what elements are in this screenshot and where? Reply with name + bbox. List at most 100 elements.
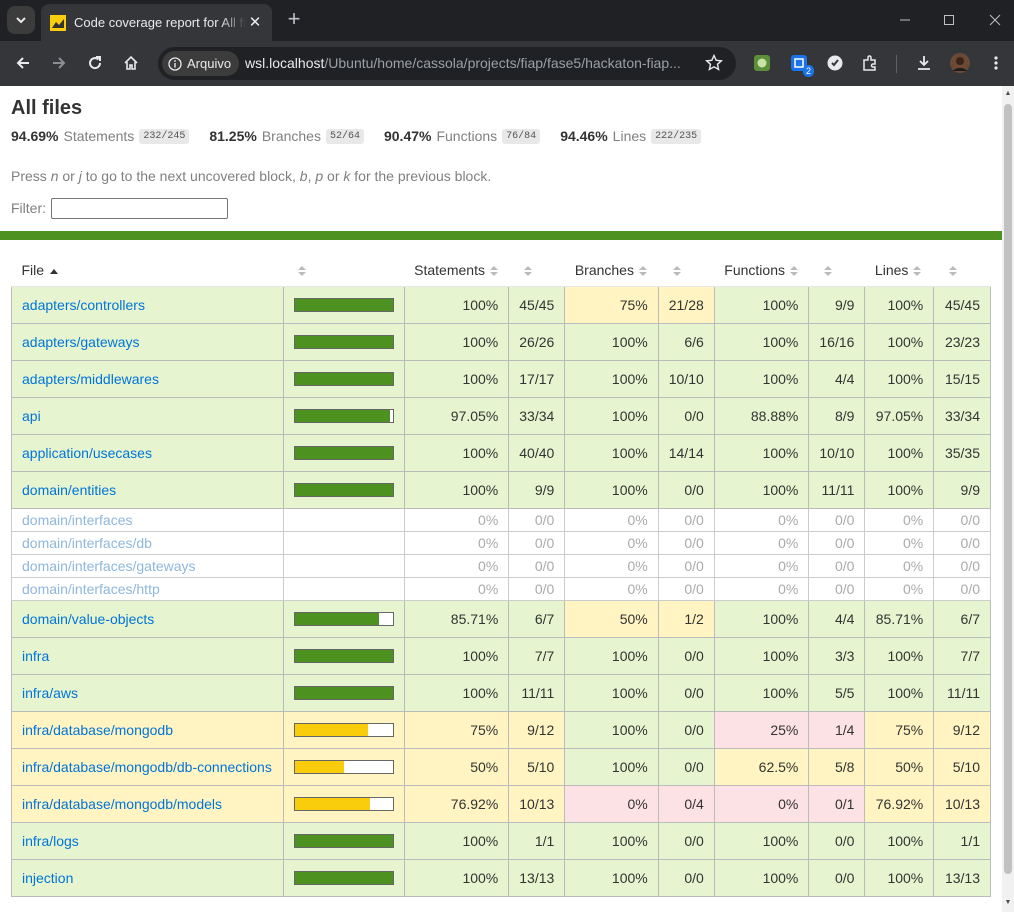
minimize-icon[interactable] xyxy=(893,8,917,32)
avatar[interactable] xyxy=(949,52,971,74)
file-cell: domain/interfaces/http xyxy=(11,576,284,601)
statements-pct: 100% xyxy=(403,433,510,472)
url-text[interactable]: wsl.localhost/Ubuntu/home/cassola/projec… xyxy=(245,47,690,80)
tab-search-button[interactable] xyxy=(7,6,35,34)
filter-input[interactable] xyxy=(51,197,228,219)
summary-item: 94.69% Statements 232/245 xyxy=(11,128,190,144)
star-icon[interactable] xyxy=(704,53,724,73)
file-link[interactable]: adapters/controllers xyxy=(22,297,145,313)
lines-abs: 23/23 xyxy=(933,322,991,361)
functions-pct: 100% xyxy=(713,599,810,638)
tab-strip: Code coverage report for All files ✕ + xyxy=(0,0,1014,41)
plus-icon[interactable]: + xyxy=(283,8,305,31)
menu-icon[interactable] xyxy=(985,52,1007,74)
window-close-icon[interactable] xyxy=(983,8,1007,32)
branches-abs: 0/0 xyxy=(657,507,715,532)
file-link[interactable]: infra/database/mongodb/db-connections xyxy=(22,759,272,775)
statements-abs-column-header[interactable] xyxy=(508,254,565,287)
file-link[interactable]: api xyxy=(22,408,41,424)
lines-pct: 0% xyxy=(864,530,935,555)
extension-green-icon[interactable] xyxy=(751,52,773,74)
statements-abs: 0/0 xyxy=(508,553,566,578)
file-cell: injection xyxy=(11,858,284,897)
branches-pct: 100% xyxy=(564,673,659,712)
lines-abs: 0/0 xyxy=(933,576,991,601)
extension-shield-icon[interactable] xyxy=(824,52,846,74)
lines-abs-column-header[interactable] xyxy=(933,254,991,287)
file-column-header[interactable]: File xyxy=(11,254,284,287)
table-row: infra/database/mongodb/models 76.92% 10/13… xyxy=(11,784,991,823)
scroll-down-icon[interactable]: ▼ xyxy=(1004,898,1012,908)
file-link[interactable]: domain/interfaces/db xyxy=(22,535,152,551)
lines-pct: 100% xyxy=(864,470,935,509)
coverage-bar-cell xyxy=(282,710,405,749)
functions-abs: 0/0 xyxy=(808,507,866,532)
back-icon[interactable] xyxy=(10,50,36,76)
address-bar[interactable]: Arquivo wsl.localhost/Ubuntu/home/cassol… xyxy=(158,47,736,80)
close-icon[interactable]: ✕ xyxy=(246,14,264,32)
home-icon[interactable] xyxy=(118,50,144,76)
statements-abs: 7/7 xyxy=(508,636,566,675)
coverage-bar xyxy=(293,833,394,848)
scrollbar-thumb[interactable] xyxy=(1004,104,1012,874)
maximize-icon[interactable] xyxy=(937,8,961,32)
download-icon[interactable] xyxy=(913,52,935,74)
file-link[interactable]: infra/database/mongodb/models xyxy=(22,796,222,812)
file-cell: infra/database/mongodb/models xyxy=(11,784,284,823)
extensions-icon[interactable] xyxy=(859,52,881,74)
file-link[interactable]: adapters/gateways xyxy=(22,334,140,350)
functions-pct: 100% xyxy=(713,858,810,897)
lines-pct: 100% xyxy=(864,636,935,675)
file-link[interactable]: infra/logs xyxy=(22,833,79,849)
coverage-bar-cell xyxy=(282,530,405,555)
functions-abs-column-header[interactable] xyxy=(808,254,865,287)
functions-abs: 4/4 xyxy=(808,359,866,398)
file-link[interactable]: domain/value-objects xyxy=(22,611,154,627)
statements-column-header[interactable]: Statements xyxy=(404,254,509,287)
file-link[interactable]: infra/aws xyxy=(22,685,78,701)
site-info-chip[interactable]: Arquivo xyxy=(162,51,240,76)
statements-abs: 9/12 xyxy=(508,710,566,749)
extension-blue-icon[interactable]: 2 xyxy=(788,52,814,77)
file-link[interactable]: adapters/middlewares xyxy=(22,371,159,387)
file-link[interactable]: domain/interfaces xyxy=(22,512,133,528)
branches-abs: 0/0 xyxy=(657,636,715,675)
scrollbar[interactable]: ▲ ▼ xyxy=(1002,86,1014,912)
summary-fraction: 76/84 xyxy=(502,128,541,144)
file-link[interactable]: injection xyxy=(22,870,73,886)
branches-column-header[interactable]: Branches xyxy=(564,254,659,287)
coverage-bar-fill xyxy=(294,686,393,699)
branches-abs: 0/0 xyxy=(657,576,715,601)
lines-column-header[interactable]: Lines xyxy=(864,254,934,287)
file-cell: infra/database/mongodb xyxy=(11,710,284,749)
scroll-up-icon[interactable]: ▲ xyxy=(1004,89,1012,99)
functions-column-header[interactable]: Functions xyxy=(714,254,809,287)
file-link[interactable]: domain/interfaces/gateways xyxy=(22,558,196,574)
functions-abs: 10/10 xyxy=(808,433,866,472)
coverage-bar xyxy=(293,759,394,774)
file-link[interactable]: infra xyxy=(22,648,49,664)
branches-pct: 100% xyxy=(564,470,659,509)
coverage-bar xyxy=(293,722,394,737)
functions-abs: 0/0 xyxy=(808,858,866,897)
file-link[interactable]: application/usecases xyxy=(22,445,152,461)
file-link[interactable]: domain/entities xyxy=(22,482,116,498)
branches-pct: 75% xyxy=(564,285,659,324)
forward-icon[interactable] xyxy=(46,50,72,76)
file-link[interactable]: infra/database/mongodb xyxy=(22,722,173,738)
file-link[interactable]: domain/interfaces/http xyxy=(22,581,160,597)
sorter-icon xyxy=(789,266,798,277)
table-header: File Statements Branches Functions Lines xyxy=(11,254,991,287)
active-tab[interactable]: Code coverage report for All files ✕ xyxy=(41,4,272,41)
reload-icon[interactable] xyxy=(82,50,108,76)
statements-abs: 45/45 xyxy=(508,285,566,324)
branches-abs-column-header[interactable] xyxy=(658,254,715,287)
statements-pct: 100% xyxy=(403,470,510,509)
chart-column-header[interactable] xyxy=(283,254,405,287)
functions-abs: 0/0 xyxy=(808,553,866,578)
sorter-icon xyxy=(523,266,532,277)
table-row: adapters/middlewares 100% 17/17 100% 10/10 10… xyxy=(11,359,991,398)
extension-badge: 2 xyxy=(802,65,814,77)
lines-abs: 9/12 xyxy=(933,710,991,749)
info-icon xyxy=(168,56,182,71)
